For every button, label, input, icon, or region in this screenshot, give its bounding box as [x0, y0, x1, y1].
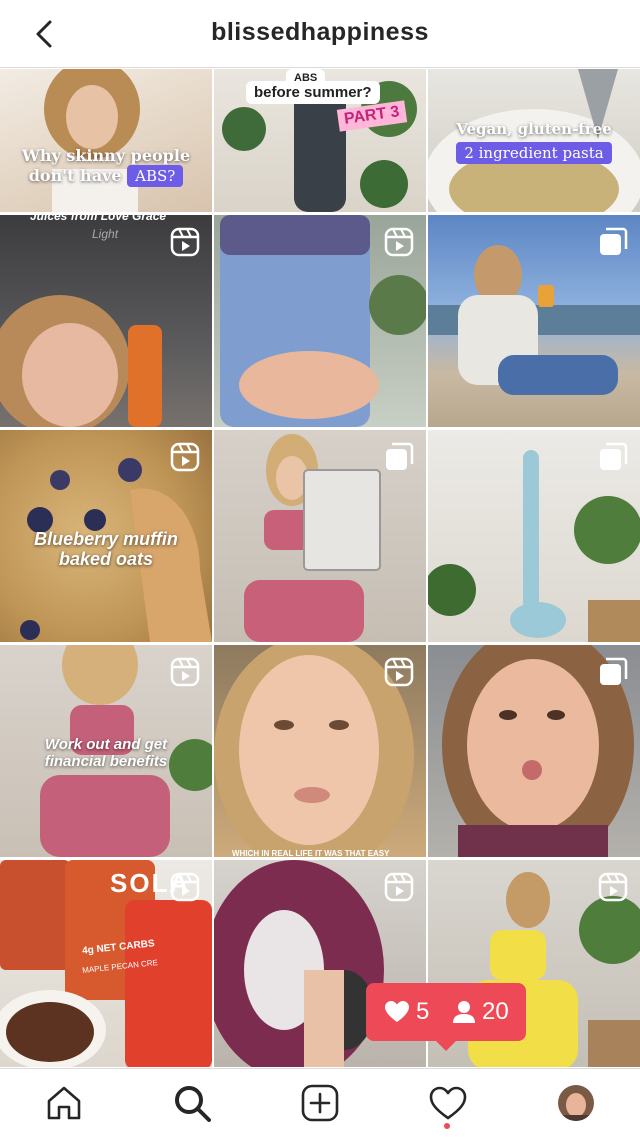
carousel-icon	[600, 657, 628, 685]
search-icon	[175, 1086, 211, 1122]
caption-pill: ABS?	[127, 164, 184, 188]
tab-new-post[interactable]	[300, 1083, 340, 1123]
post-caption: Work out and get	[44, 736, 168, 753]
post-tile[interactable]	[214, 215, 426, 427]
post-tile[interactable]	[428, 215, 640, 427]
post-tile[interactable]	[428, 430, 640, 642]
post-thumbnail	[44, 69, 140, 212]
post-caption: baked oats	[58, 548, 154, 569]
bottom-tab-bar	[0, 1068, 640, 1138]
activity-indicator-dot	[444, 1123, 450, 1129]
tab-activity[interactable]	[428, 1083, 468, 1123]
followers-count: 20	[452, 998, 509, 1026]
person-icon	[453, 1001, 475, 1023]
tab-search[interactable]	[172, 1083, 212, 1123]
heart-outline-icon	[429, 1086, 467, 1120]
post-caption: WHICH IN REAL LIFE IT WAS THAT EASY	[232, 849, 390, 857]
post-subcaption: Light	[92, 227, 119, 241]
post-tile[interactable]: SOLA 4g NET CARBS MAPLE PECAN CRE	[0, 860, 212, 1067]
caption-pill: 2 ingredient pasta	[456, 141, 612, 164]
tab-profile[interactable]	[556, 1083, 596, 1123]
post-tile[interactable]: Blueberry muffin baked oats	[0, 430, 212, 642]
reel-icon	[384, 872, 414, 902]
heart-icon	[385, 1001, 409, 1022]
post-caption: before summer?	[246, 81, 380, 104]
post-caption: Juices from Love Grace	[30, 215, 167, 223]
activity-notification[interactable]: 5 20	[366, 983, 526, 1051]
post-caption: financial benefits	[44, 752, 168, 770]
post-caption: Blueberry muffin	[34, 529, 178, 549]
reel-icon	[170, 227, 200, 257]
post-tile[interactable]: Why skinny people don't have ABS?	[0, 69, 212, 212]
reel-icon	[170, 657, 200, 687]
likes-count: 5	[384, 998, 429, 1026]
post-tile[interactable]	[214, 430, 426, 642]
reel-icon	[170, 872, 200, 902]
post-caption: Why skinny people	[21, 146, 191, 165]
tab-home[interactable]	[44, 1083, 84, 1123]
post-tile[interactable]	[428, 645, 640, 857]
page-title: blissedhappiness	[211, 18, 429, 46]
post-caption: Vegan, gluten-free	[456, 120, 612, 138]
post-caption: don't have	[28, 165, 122, 185]
home-icon	[47, 1086, 81, 1120]
reel-icon	[384, 657, 414, 687]
reel-icon	[170, 442, 200, 472]
post-tile[interactable]: WHICH IN REAL LIFE IT WAS THAT EASY	[214, 645, 426, 857]
post-tile[interactable]: Work out and get financial benefits	[0, 645, 212, 857]
carousel-icon	[600, 442, 628, 470]
reel-icon	[598, 872, 628, 902]
carousel-icon	[386, 442, 414, 470]
top-bar: blissedhappiness	[0, 0, 640, 68]
avatar	[558, 1085, 594, 1121]
add-post-icon	[301, 1084, 339, 1122]
post-tile[interactable]: Juices from Love Grace Light	[0, 215, 212, 427]
reel-icon	[384, 227, 414, 257]
post-tile[interactable]: Vegan, gluten-free 2 ingredient pasta	[428, 69, 640, 212]
carousel-icon	[600, 227, 628, 255]
posts-grid: Why skinny people don't have ABS? ABS be…	[0, 69, 640, 1067]
post-tile[interactable]: ABS before summer? PART 3	[214, 69, 426, 212]
